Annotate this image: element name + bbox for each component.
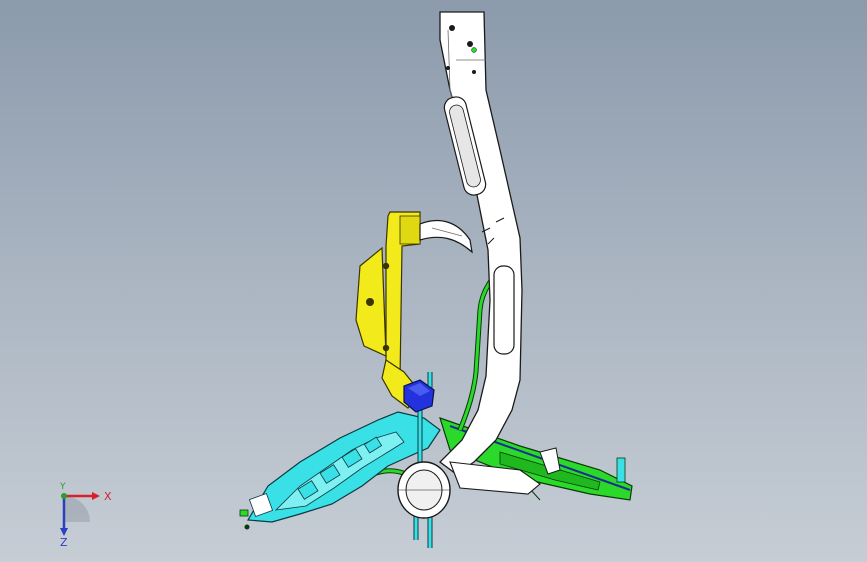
triad-plane-icon	[64, 496, 90, 522]
yellow-bracket[interactable]	[355, 211, 421, 409]
y-axis-icon	[61, 493, 67, 499]
cad-viewport[interactable]: X Y Z	[0, 0, 867, 562]
z-axis-label: Z	[60, 536, 68, 548]
y-axis-label: Y	[59, 482, 66, 492]
x-axis-label: X	[104, 490, 112, 503]
motorcycle-frame-model[interactable]	[0, 0, 867, 562]
axis-triad: X Y Z	[59, 482, 112, 548]
head-tube[interactable]	[397, 461, 451, 519]
